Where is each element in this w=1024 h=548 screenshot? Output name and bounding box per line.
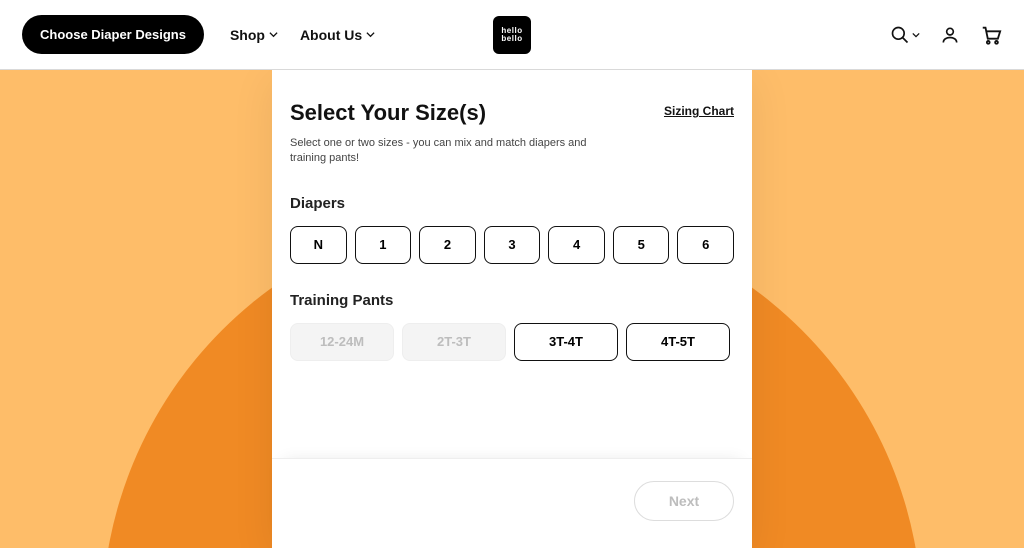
card-title: Select Your Size(s) [290, 100, 486, 126]
diaper-size-5[interactable]: 5 [613, 226, 670, 264]
search-icon [890, 25, 910, 45]
chevron-down-icon [366, 30, 375, 39]
diaper-size-6[interactable]: 6 [677, 226, 734, 264]
diaper-size-4[interactable]: 4 [548, 226, 605, 264]
site-header: Choose Diaper Designs Shop About Us hell… [0, 0, 1024, 70]
choose-designs-button[interactable]: Choose Diaper Designs [22, 15, 204, 54]
card-subtitle: Select one or two sizes - you can mix an… [290, 136, 590, 167]
nav-shop-label: Shop [230, 27, 265, 43]
diaper-size-n[interactable]: N [290, 226, 347, 264]
diaper-size-row: N 1 2 3 4 5 6 [290, 226, 734, 264]
training-pants-size-row: 12-24M 2T-3T 3T-4T 4T-5T [290, 323, 734, 361]
diaper-size-1[interactable]: 1 [355, 226, 412, 264]
chevron-down-icon [269, 30, 278, 39]
training-size-2t-3t: 2T-3T [402, 323, 506, 361]
sizing-chart-link[interactable]: Sizing Chart [664, 104, 734, 118]
nav-about[interactable]: About Us [300, 27, 375, 43]
training-pants-section-label: Training Pants [290, 292, 734, 309]
size-selector-card: Select Your Size(s) Sizing Chart Select … [272, 70, 752, 548]
diaper-size-3[interactable]: 3 [484, 226, 541, 264]
card-body: Select Your Size(s) Sizing Chart Select … [272, 70, 752, 458]
cart-icon [980, 24, 1002, 46]
training-size-3t-4t[interactable]: 3T-4T [514, 323, 618, 361]
nav-about-label: About Us [300, 27, 362, 43]
user-icon [940, 25, 960, 45]
header-actions [890, 24, 1002, 46]
training-size-4t-5t[interactable]: 4T-5T [626, 323, 730, 361]
cart-button[interactable] [980, 24, 1002, 46]
logo-text-bottom: bello [501, 35, 522, 43]
brand-logo[interactable]: hello bello [493, 16, 531, 54]
account-button[interactable] [940, 25, 960, 45]
training-size-12-24m: 12-24M [290, 323, 394, 361]
next-button[interactable]: Next [634, 481, 734, 521]
primary-nav: Shop About Us [230, 27, 375, 43]
card-footer: Next [272, 458, 752, 548]
page-background: Select Your Size(s) Sizing Chart Select … [0, 70, 1024, 548]
diaper-size-2[interactable]: 2 [419, 226, 476, 264]
diapers-section-label: Diapers [290, 195, 734, 212]
chevron-down-icon [912, 31, 920, 39]
nav-shop[interactable]: Shop [230, 27, 278, 43]
search-button[interactable] [890, 25, 920, 45]
